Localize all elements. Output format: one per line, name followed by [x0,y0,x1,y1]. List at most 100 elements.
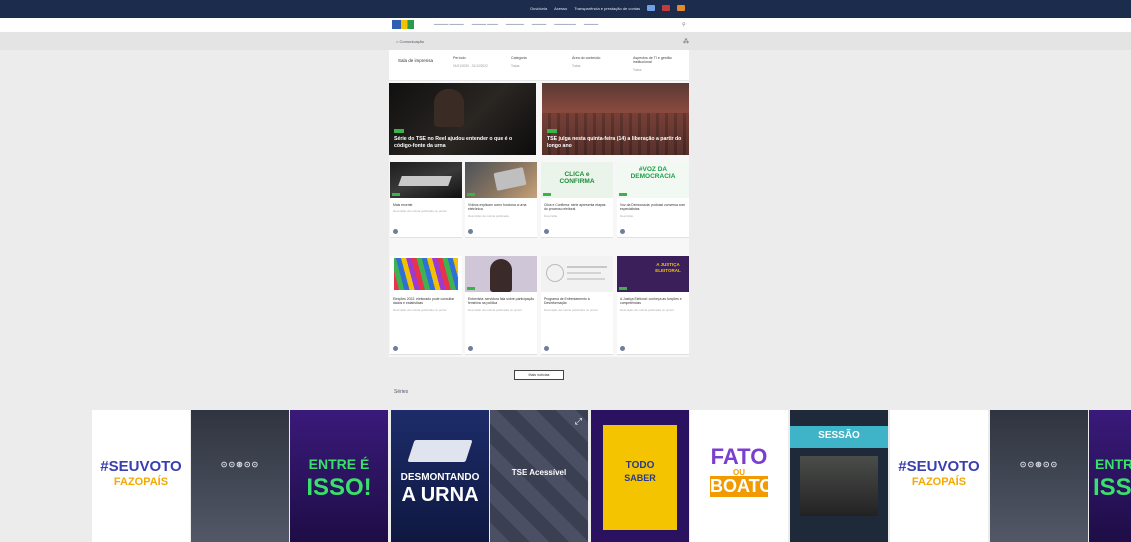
share-icon[interactable] [393,229,398,234]
top-link-transparencia[interactable]: Transparência e prestação de contas [574,6,640,11]
top-links: Ouvidoria Acesso Transparência e prestaç… [530,5,686,11]
tile-text: BOATO [710,476,774,497]
breadcrumb-bar: ⌂ Comunicação ⁂ [0,32,1131,50]
tile-text: ENTRE É [1095,456,1131,472]
card-title: Entrevista: servidora fala sobre partici… [468,297,534,306]
card-desc: Descrição da notícia publicada no portal [393,209,447,214]
card-title: Programa de Enfrentamento à Desinformaçã… [544,297,590,306]
filter-periodo[interactable]: Período 01/01/2020 - 31/12/2022 [453,56,505,68]
tile-text: A URNA [401,484,479,506]
section-title: Séries [394,389,409,395]
filter-value: 01/01/2020 - 31/12/2022 [453,64,488,68]
share-icon[interactable] [620,346,625,351]
card-title: Clica e Confirma: série apresenta etapas… [544,203,606,212]
hero-news[interactable]: TSE julga nesta quinta-feira (14) a libe… [542,83,689,155]
news-card[interactable]: Vídeos explicam como funciona a urna ele… [465,162,537,238]
series-tile-entre[interactable]: ENTRE É ISSO! [1089,410,1131,542]
share-icon[interactable] [620,229,625,234]
nav-item[interactable]: ▬▬▬▬ ▬▬▬ [472,22,498,26]
card-title: Eleições 2022: eleitorado pode consultar… [393,297,455,306]
category-tag [543,193,551,196]
tile-text: SABER [624,473,656,483]
site-header: ▬▬▬▬ ▬▬▬▬ ▬▬▬▬ ▬▬▬ ▬▬▬▬▬ ▬▬▬▬ ▬▬▬▬▬▬ ▬▬▬… [0,18,1131,32]
series-carousel: #SEUVOTO FAZOPAÍS ⊙⊙⊛⊙⊙ ENTRE É ISSO! DE… [0,410,1131,542]
filter-value: Todas [511,64,520,68]
filter-label: Categoria [511,56,527,60]
tile-text: ENTRE É [308,456,370,472]
share-icon[interactable] [544,229,549,234]
series-tile-sessao[interactable]: SESSÃO [790,410,888,542]
card-title: A Justiça Eleitoral: conheça as funções … [620,297,682,306]
series-tile-seuvoto[interactable]: #SEUVOTO FAZOPAÍS [92,410,190,542]
card-image-text: #VOZ DA DEMOCRACIA [630,166,676,180]
breadcrumb[interactable]: ⌂ Comunicação [396,39,424,44]
tile-text: ISSO! [1093,474,1131,501]
hero-news[interactable]: Série do TSE no Reel ajudou entender o q… [389,83,536,155]
card-image: CLICA e CONFIRMA [541,162,613,198]
news-card[interactable]: Programa de Enfrentamento à Desinformaçã… [541,256,613,355]
tile-logo-icon: ⊙⊙⊛⊙⊙ [1019,460,1059,469]
nav-item[interactable]: ▬▬▬▬ [532,22,546,26]
series-tile-logo[interactable]: ⊙⊙⊛⊙⊙ [191,410,289,542]
filter-panel: Sala de imprensa Período 01/01/2020 - 31… [389,50,689,81]
flag-icon[interactable] [677,5,686,11]
card-desc: Descrição da notícia publicada no portal [393,307,447,312]
top-link-acesso[interactable]: Acesso [554,6,567,11]
series-tile-entre[interactable]: ENTRE É ISSO! [290,410,388,542]
tile-text: ISSO! [306,474,372,501]
series-tile-fato-boato[interactable]: FATO OU BOATO [690,410,788,542]
tile-text: #SEUVOTO [100,458,182,475]
person-image [434,89,464,127]
top-link-ouvidoria[interactable]: Ouvidoria [530,6,547,11]
search-icon[interactable]: ⚲ [682,22,686,28]
tile-text: SESSÃO [818,430,860,441]
share-icon[interactable] [468,229,473,234]
series-tile-acessivel[interactable]: TSE Acessível ⤢ [490,410,588,542]
nav-item[interactable]: ▬▬▬▬▬▬ [554,22,576,26]
nav-item[interactable]: ▬▬▬▬▬ [506,22,524,26]
news-card[interactable]: A JUSTIÇA ELEITORAL A Justiça Eleitoral:… [617,256,689,355]
card-title: Voz da Democracia: podcast conversa com … [620,203,686,212]
share-icon[interactable]: ⁂ [683,38,689,45]
news-card[interactable]: CLICA e CONFIRMA Clica e Confirma: série… [541,162,613,238]
card-title: Vídeos explicam como funciona a urna ele… [468,203,527,212]
tile-logo-icon: ⊙⊙⊛⊙⊙ [220,460,260,469]
card-image-text: CLICA e CONFIRMA [559,171,595,185]
card-image [541,256,613,292]
tile-text: #SEUVOTO [898,458,980,475]
card-desc: Descrição da notícia publicada no portal [620,307,674,312]
series-tile-logo[interactable]: ⊙⊙⊛⊙⊙ [990,410,1088,542]
tse-logo[interactable] [392,20,414,29]
share-icon[interactable] [544,346,549,351]
card-image [465,256,537,292]
more-news-button[interactable]: Mais notícias [514,370,564,380]
card-image-text: A JUSTIÇA ELEITORAL [655,262,681,273]
news-card[interactable]: #VOZ DA DEMOCRACIA Voz da Democracia: po… [617,162,689,238]
flag-icon[interactable] [662,5,671,11]
expand-icon[interactable]: ⤢ [575,416,582,427]
category-tag [467,193,475,196]
filter-aspectos[interactable]: Aspectos de TI e gestão institucional To… [633,56,685,72]
filter-value: Todos [633,68,642,72]
card-desc: Descrição da notícia publicada no portal [468,307,522,312]
hero-caption: Série do TSE no Reel ajudou entender o q… [394,136,513,149]
tile-text: TODO [625,460,655,471]
filter-area[interactable]: Área do conteúdo Todas [572,56,624,68]
nav-item[interactable]: ▬▬▬▬ ▬▬▬▬ [434,22,464,26]
series-tile-desmontando[interactable]: DESMONTANDO A URNA [391,410,489,542]
news-card[interactable]: Eleições 2022: eleitorado pode consultar… [390,256,462,355]
tile-text: FAZOPAÍS [113,476,169,488]
series-tile-todo-saber[interactable]: TODO SABER [591,410,689,542]
card-desc: Descrição [620,213,634,218]
filter-categoria[interactable]: Categoria Todas [511,56,563,68]
filter-label: Aspectos de TI e gestão institucional [633,56,672,64]
series-tile-seuvoto[interactable]: #SEUVOTO FAZOPAÍS [890,410,988,542]
nav-item[interactable]: ▬▬▬▬ [584,22,598,26]
news-card[interactable]: Mais recente Descrição da notícia public… [390,162,462,238]
category-tag [619,193,627,196]
share-icon[interactable] [468,346,473,351]
tile-text: FATO [710,444,768,469]
news-card[interactable]: Entrevista: servidora fala sobre partici… [465,256,537,355]
accessibility-icon[interactable] [647,5,656,11]
share-icon[interactable] [393,346,398,351]
